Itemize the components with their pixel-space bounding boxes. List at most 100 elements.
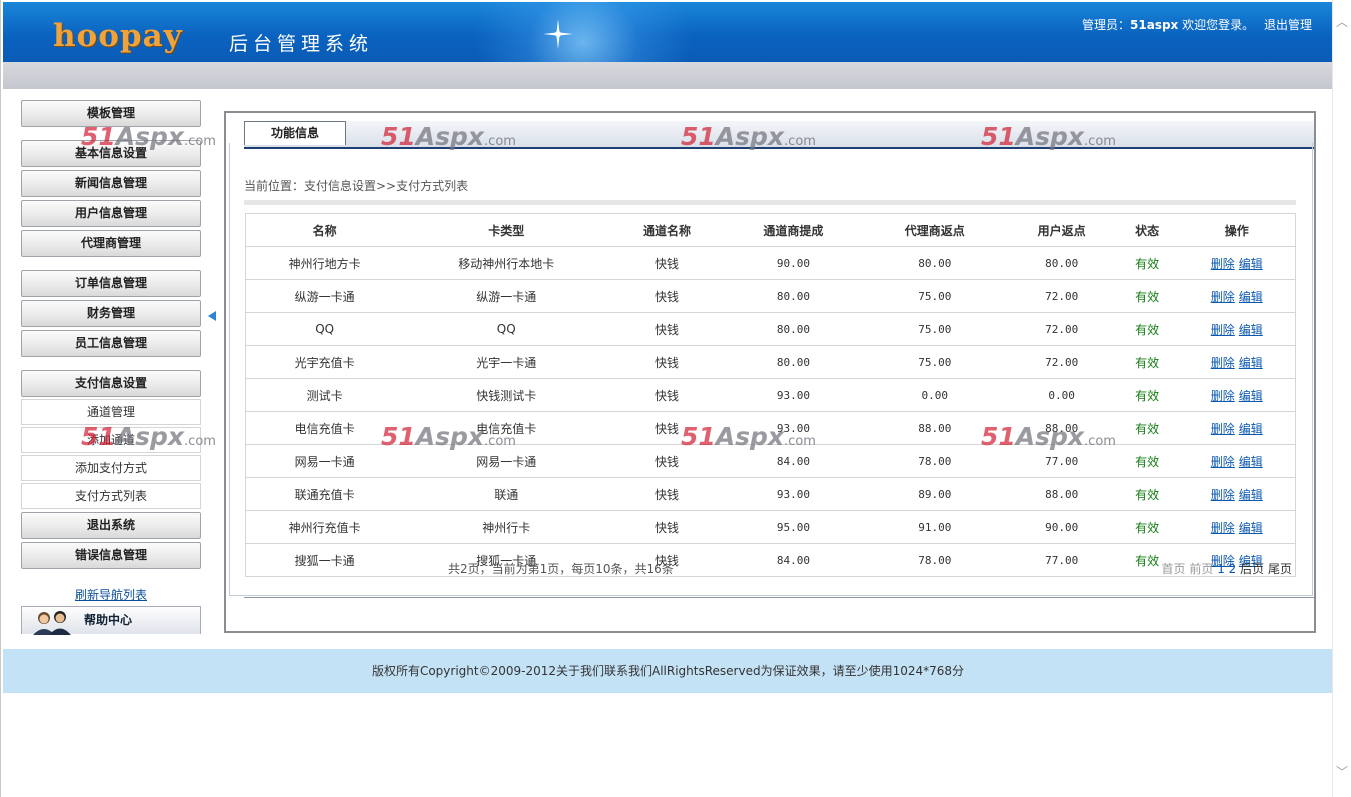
watermark-brand: 51 — [81, 122, 116, 151]
cell-channel-commission: 95.00 — [724, 510, 862, 544]
cell-channel-commission: 80.00 — [724, 345, 862, 379]
edit-link[interactable]: 编辑 — [1239, 389, 1263, 403]
page: hoopay 后台管理系统 管理员：51aspx 欢迎您登录。 退出管理 模板管… — [0, 0, 1333, 797]
cell-user-rebate: 72.00 — [1007, 345, 1116, 379]
cell-agent-rebate: 78.00 — [861, 543, 1008, 577]
edit-link[interactable]: 编辑 — [1239, 290, 1263, 304]
watermark: 51Aspx.com — [981, 122, 1116, 151]
breadcrumb-divider — [244, 200, 1296, 205]
content-bottom-line — [244, 597, 1314, 598]
cell-user-rebate: 72.00 — [1007, 279, 1116, 313]
watermark-domain: .com — [184, 134, 216, 149]
edit-link[interactable]: 编辑 — [1239, 455, 1263, 469]
menu-users[interactable]: 用户信息管理 — [21, 200, 201, 227]
delete-link[interactable]: 删除 — [1211, 389, 1235, 403]
cell-channel-commission: 90.00 — [724, 246, 862, 280]
cell-user-rebate: 77.00 — [1007, 543, 1116, 577]
collapse-sidebar-arrow-icon[interactable] — [208, 311, 216, 321]
col-header-actions: 操作 — [1178, 213, 1296, 247]
edit-link[interactable]: 编辑 — [1239, 521, 1263, 535]
edit-link[interactable]: 编辑 — [1239, 257, 1263, 271]
menu-orders[interactable]: 订单信息管理 — [21, 270, 201, 297]
scroll-down-arrow-icon[interactable]: ﹀ — [1336, 766, 1348, 778]
cell-name: 联通充值卡 — [245, 477, 404, 511]
menu-error-info[interactable]: 错误信息管理 — [21, 542, 201, 569]
watermark-domain: .com — [784, 134, 816, 149]
menu-exit[interactable]: 退出系统 — [21, 512, 201, 539]
cell-name: QQ — [245, 312, 404, 346]
cell-channel-commission: 84.00 — [724, 543, 862, 577]
cell-actions: 删除 编辑 — [1178, 378, 1296, 412]
cell-channel: 快钱 — [609, 510, 725, 544]
watermark-domain: .com — [484, 434, 516, 449]
cell-actions: 删除 编辑 — [1178, 246, 1296, 280]
cell-status: 有效 — [1115, 477, 1179, 511]
edit-link[interactable]: 编辑 — [1239, 422, 1263, 436]
refresh-nav-link[interactable]: 刷新导航列表 — [21, 586, 201, 603]
pager-last[interactable]: 尾页 — [1268, 562, 1292, 576]
cell-name: 电信充值卡 — [245, 411, 404, 445]
cell-user-rebate: 90.00 — [1007, 510, 1116, 544]
pager-first: 首页 — [1161, 562, 1186, 576]
edit-link[interactable]: 编辑 — [1239, 488, 1263, 502]
menu-payment-settings[interactable]: 支付信息设置 — [21, 370, 201, 397]
edit-link[interactable]: 编辑 — [1239, 356, 1263, 370]
delete-link[interactable]: 删除 — [1211, 257, 1235, 271]
logout-link[interactable]: 退出管理 — [1264, 18, 1312, 32]
watermark-word: Aspx — [1015, 122, 1085, 151]
submenu-payment-method-list[interactable]: 支付方式列表 — [21, 483, 201, 509]
watermark-brand: 51 — [381, 422, 416, 451]
menu-agents[interactable]: 代理商管理 — [21, 230, 201, 257]
table-row: 神州行地方卡 移动神州行本地卡 快钱 90.00 80.00 80.00 有效 删除 编辑 — [245, 246, 1296, 280]
edit-link[interactable]: 编辑 — [1239, 323, 1263, 337]
cell-actions: 删除 编辑 — [1178, 279, 1296, 313]
watermark-brand: 51 — [981, 422, 1016, 451]
watermark: 51Aspx.com — [81, 122, 216, 151]
admin-label: 管理员： — [1082, 18, 1131, 32]
pager-page-2[interactable]: 2 — [1229, 562, 1237, 576]
cell-name: 测试卡 — [245, 378, 404, 412]
cell-card-type: 移动神州行本地卡 — [403, 246, 610, 280]
tab-function-info[interactable]: 功能信息 — [244, 121, 346, 145]
delete-link[interactable]: 删除 — [1211, 521, 1235, 535]
help-center[interactable]: 帮助中心 — [21, 606, 201, 635]
cell-channel: 快钱 — [609, 279, 725, 313]
cell-status: 有效 — [1115, 444, 1179, 478]
help-center-title: 帮助中心 — [84, 613, 133, 627]
cell-channel-commission: 80.00 — [724, 312, 862, 346]
delete-link[interactable]: 删除 — [1211, 323, 1235, 337]
header-glow — [473, 2, 693, 62]
delete-link[interactable]: 删除 — [1211, 356, 1235, 370]
cell-channel: 快钱 — [609, 477, 725, 511]
cell-actions: 删除 编辑 — [1178, 345, 1296, 379]
submenu-add-payment-method[interactable]: 添加支付方式 — [21, 455, 201, 481]
menu-news[interactable]: 新闻信息管理 — [21, 170, 201, 197]
main-panel: 功能信息 当前位置：支付信息设置>>支付方式列表 名称 卡类型 通道名称 通道商… — [224, 111, 1316, 633]
watermark-domain: .com — [184, 434, 216, 449]
cell-user-rebate: 88.00 — [1007, 477, 1116, 511]
cell-agent-rebate: 89.00 — [861, 477, 1008, 511]
cell-user-rebate: 0.00 — [1007, 378, 1116, 412]
pager-next[interactable]: 后页 — [1240, 562, 1264, 576]
star-sparkle-icon — [543, 19, 573, 49]
menu-staff[interactable]: 员工信息管理 — [21, 330, 201, 357]
cell-name: 光宇充值卡 — [245, 345, 404, 379]
delete-link[interactable]: 删除 — [1211, 455, 1235, 469]
col-header-channel: 通道名称 — [609, 213, 725, 247]
scroll-up-arrow-icon[interactable]: ︿ — [1336, 16, 1348, 28]
table-row: 测试卡 快钱测试卡 快钱 93.00 0.00 0.00 有效 删除 编辑 — [245, 378, 1296, 412]
cell-status: 有效 — [1115, 345, 1179, 379]
delete-link[interactable]: 删除 — [1211, 422, 1235, 436]
delete-link[interactable]: 删除 — [1211, 290, 1235, 304]
cell-status: 有效 — [1115, 411, 1179, 445]
vertical-scrollbar[interactable]: ︿ ﹀ — [1332, 0, 1351, 797]
cell-agent-rebate: 75.00 — [861, 312, 1008, 346]
delete-link[interactable]: 删除 — [1211, 488, 1235, 502]
cell-actions: 删除 编辑 — [1178, 510, 1296, 544]
cell-card-type: 神州行卡 — [403, 510, 610, 544]
cell-card-type: 纵游一卡通 — [403, 279, 610, 313]
watermark-word: Aspx — [415, 422, 485, 451]
watermark: 51Aspx.com — [681, 422, 816, 451]
menu-finance[interactable]: 财务管理 — [21, 300, 201, 327]
cell-card-type: QQ — [403, 312, 610, 346]
